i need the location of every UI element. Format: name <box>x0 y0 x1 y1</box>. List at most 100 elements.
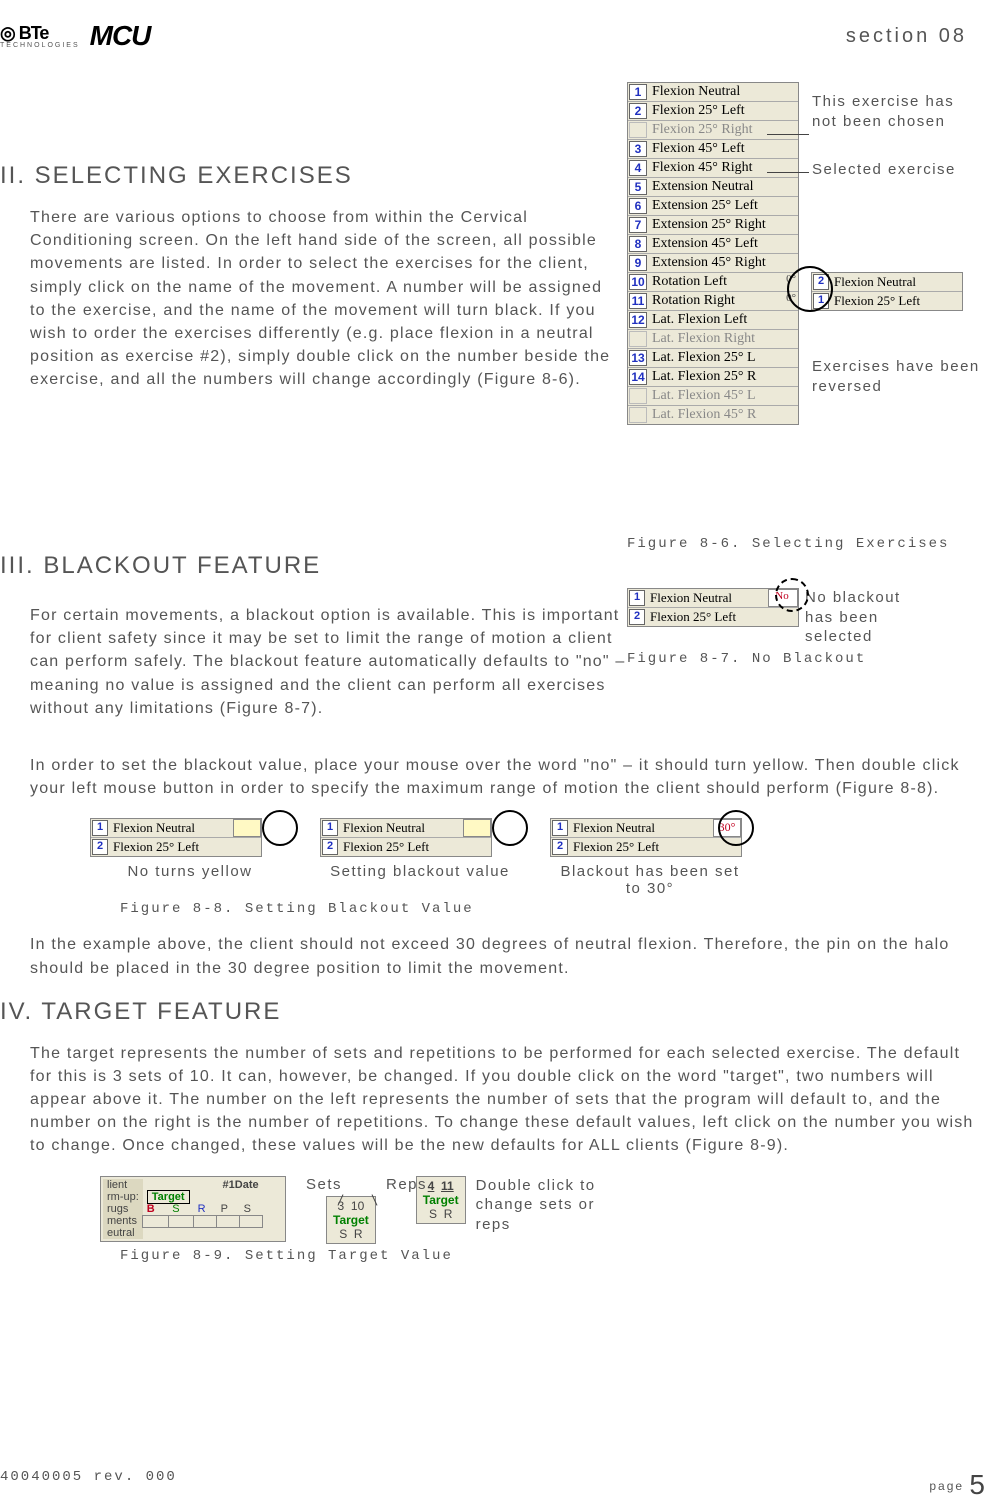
exercise-row[interactable]: 9Extension 45° Right <box>628 254 798 273</box>
exercise-row[interactable]: 12Lat. Flexion Left <box>628 311 798 330</box>
para-blackout-2: In order to set the blackout value, plac… <box>30 754 977 800</box>
exercise-number[interactable]: 5 <box>629 179 647 195</box>
cap-setting-blackout: Setting blackout value <box>320 863 520 880</box>
exercise-row[interactable]: 1Flexion Neutral <box>628 83 798 102</box>
para-blackout-3: In the example above, the client should … <box>30 933 977 979</box>
exercise-number[interactable]: 9 <box>629 255 647 271</box>
para-blackout-1: For certain movements, a blackout option… <box>30 604 627 720</box>
exercise-row[interactable]: 5Extension Neutral <box>628 178 798 197</box>
para-target: The target represents the number of sets… <box>30 1042 977 1158</box>
exercise-name[interactable]: Flexion 25° Left <box>648 102 798 120</box>
exercise-name[interactable]: Lat. Flexion 45° L <box>648 387 798 405</box>
exercise-name[interactable]: Extension 25° Right <box>648 216 798 234</box>
label-reps: Reps <box>386 1176 427 1193</box>
figure-8-6: 1Flexion Neutral2Flexion 25° LeftFlexion… <box>627 82 977 532</box>
exercise-row[interactable]: Lat. Flexion 45° R <box>628 406 798 424</box>
caption-fig-8-7: Figure 8-7. No Blackout <box>627 651 977 667</box>
annot-no-blackout: No blackout has been selected <box>805 588 925 647</box>
exercise-row[interactable]: 2Flexion 25° Left <box>551 838 741 856</box>
blackout-value[interactable] <box>463 819 491 837</box>
exercise-number[interactable]: 8 <box>629 236 647 252</box>
exercise-row[interactable]: 10Rotation Left0° <box>628 273 798 292</box>
exercise-row[interactable]: 2Flexion 25° Left <box>628 102 798 121</box>
exercise-row[interactable]: 14Lat. Flexion 25° R <box>628 368 798 387</box>
reversed-list: 2Flexion Neutral1Flexion 25° Left <box>811 272 963 311</box>
footer-rev: 40040005 rev. 000 <box>0 1469 177 1501</box>
cap-no-turns-yellow: No turns yellow <box>90 863 290 880</box>
exercise-name[interactable]: Extension 45° Left <box>648 235 798 253</box>
exercise-row[interactable]: 3Flexion 45° Left <box>628 140 798 159</box>
exercise-number[interactable] <box>629 407 647 423</box>
exercise-name[interactable]: Lat. Flexion Right <box>648 330 798 348</box>
exercise-row[interactable]: 6Extension 25° Left <box>628 197 798 216</box>
caption-fig-8-6: Figure 8-6. Selecting Exercises <box>627 536 977 552</box>
exercise-name[interactable]: Extension 45° Right <box>648 254 798 272</box>
annot-not-chosen: This exercise has not been chosen <box>812 92 982 131</box>
exercise-number[interactable] <box>629 122 647 138</box>
annot-selected: Selected exercise <box>812 160 956 180</box>
section-label: section 08 <box>846 25 967 48</box>
figure-8-7: 1Flexion NeutralNo2Flexion 25° Left No b… <box>627 588 977 738</box>
figure-8-9: lient #1Date rm-up: Target rugs B S R P … <box>100 1176 977 1244</box>
exercise-number[interactable]: 3 <box>629 141 647 157</box>
exercise-name[interactable]: Extension 25° Left <box>648 197 798 215</box>
cap-blackout-30: Blackout has been set to 30° <box>550 863 750 897</box>
exercise-name[interactable]: Flexion 25° Right <box>648 121 798 139</box>
exercise-row[interactable]: 13Lat. Flexion 25° L <box>628 349 798 368</box>
exercise-name[interactable]: Lat. Flexion 45° R <box>648 406 798 424</box>
exercise-row[interactable]: Flexion 25° Right <box>628 121 798 140</box>
exercise-name[interactable]: Lat. Flexion 25° R <box>648 368 798 386</box>
exercise-row[interactable]: 1Flexion NeutralNo <box>628 589 798 608</box>
caption-fig-8-8: Figure 8-8. Setting Blackout Value <box>120 901 977 917</box>
exercise-number[interactable]: 11 <box>629 293 647 309</box>
bte-logo: ◎ BTe TECHNOLOGIES <box>0 23 80 49</box>
exercise-number[interactable]: 10 <box>629 274 647 290</box>
figure-8-8: 1Flexion Neutral2Flexion 25° Left No tur… <box>90 818 977 897</box>
exercise-row[interactable]: 1Flexion Neutral30° <box>551 819 741 838</box>
exercise-number[interactable]: 2 <box>629 103 647 119</box>
exercise-name[interactable]: Flexion Neutral <box>648 83 798 101</box>
target-mini[interactable]: 3 10 Target S R <box>326 1196 376 1244</box>
exercise-row[interactable]: 8Extension 45° Left <box>628 235 798 254</box>
exercise-number[interactable]: 12 <box>629 312 647 328</box>
exercise-number[interactable] <box>629 388 647 404</box>
exercise-number[interactable] <box>629 331 647 347</box>
para-selecting-exercises: There are various options to choose from… <box>30 206 617 392</box>
exercise-row[interactable]: 7Extension 25° Right <box>628 216 798 235</box>
exercise-number[interactable]: 7 <box>629 217 647 233</box>
heading-target: IV. TARGET FEATURE <box>0 998 977 1026</box>
exercise-row[interactable]: Lat. Flexion Right <box>628 330 798 349</box>
exercise-row[interactable]: 1Flexion Neutral <box>321 819 491 838</box>
exercise-row[interactable]: 2Flexion 25° Left <box>91 838 261 856</box>
target-panel: lient #1Date rm-up: Target rugs B S R P … <box>100 1176 286 1243</box>
exercise-name[interactable]: Rotation Right <box>648 292 774 310</box>
blackout-value[interactable] <box>233 819 261 837</box>
mcu-logo: MCU <box>90 20 151 52</box>
heading-selecting-exercises: II. SELECTING EXERCISES <box>0 162 617 190</box>
exercise-row[interactable]: Lat. Flexion 45° L <box>628 387 798 406</box>
exercise-name[interactable]: Extension Neutral <box>648 178 798 196</box>
exercise-name[interactable]: Flexion 45° Left <box>648 140 798 158</box>
annot-double-click: Double click to change sets or reps <box>476 1176 616 1235</box>
exercise-row[interactable]: 4Flexion 45° Right <box>628 159 798 178</box>
exercise-number[interactable]: 4 <box>629 160 647 176</box>
exercise-number[interactable]: 1 <box>629 84 647 100</box>
exercise-name[interactable]: Flexion 45° Right <box>648 159 798 177</box>
exercise-row[interactable]: 1Flexion Neutral <box>91 819 261 838</box>
label-sets: Sets <box>306 1176 342 1193</box>
caption-fig-8-9: Figure 8-9. Setting Target Value <box>120 1248 977 1264</box>
exercise-row[interactable]: 1Flexion 25° Left <box>812 292 962 310</box>
exercise-name[interactable]: Lat. Flexion Left <box>648 311 798 329</box>
heading-blackout: III. BLACKOUT FEATURE <box>0 552 977 580</box>
exercise-row[interactable]: 2Flexion 25° Left <box>628 608 798 626</box>
footer-page: page 5 <box>929 1469 987 1501</box>
exercise-number[interactable]: 14 <box>629 369 647 385</box>
exercise-row[interactable]: 11Rotation Right0° <box>628 292 798 311</box>
exercise-row[interactable]: 2Flexion Neutral <box>812 273 962 292</box>
exercise-name[interactable]: Rotation Left <box>648 273 774 291</box>
exercise-number[interactable]: 13 <box>629 350 647 366</box>
exercise-number[interactable]: 6 <box>629 198 647 214</box>
exercise-row[interactable]: 2Flexion 25° Left <box>321 838 491 856</box>
exercise-name[interactable]: Lat. Flexion 25° L <box>648 349 798 367</box>
annot-reversed: Exercises have been reversed <box>812 357 982 396</box>
